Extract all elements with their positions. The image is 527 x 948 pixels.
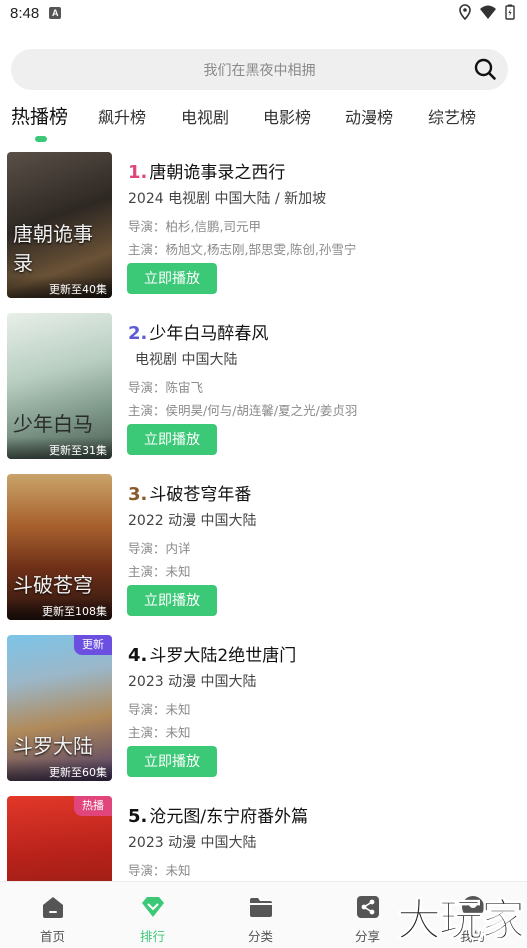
poster-image[interactable]: 热播	[7, 796, 112, 881]
item-director: 导演：陈宙飞	[128, 380, 204, 395]
episode-badge: 更新至108集	[7, 598, 112, 620]
search-placeholder[interactable]: 我们在黑夜中相拥	[204, 60, 316, 80]
play-now-button[interactable]: 立即播放	[127, 746, 217, 777]
poster-title-art: 唐朝诡事录	[13, 222, 93, 275]
item-title-text: 斗罗大陆2绝世唐门	[149, 646, 297, 666]
wifi-icon	[480, 5, 496, 19]
episode-badge: 更新至31集	[7, 437, 112, 459]
item-title[interactable]: 1. 唐朝诡事录之西行	[128, 158, 285, 183]
status-time: 8:48	[10, 4, 40, 22]
item-actors: 主演：侯明昊/何与/胡连馨/夏之光/姜贞羽	[128, 403, 358, 418]
item-meta: 2022 动漫 中国大陆	[128, 513, 257, 529]
item-meta: 2023 动漫 中国大陆	[128, 835, 257, 851]
tab-anime[interactable]: 动漫榜	[345, 104, 393, 128]
poster-image[interactable]: 少年白马 更新至31集	[7, 313, 112, 459]
poster-image[interactable]: 更新 斗罗大陆 更新至60集	[7, 635, 112, 781]
item-meta: 2023 动漫 中国大陆	[128, 674, 257, 690]
nav-category[interactable]: 分类	[208, 882, 313, 948]
nav-home[interactable]: 首页	[0, 882, 105, 948]
status-indicators	[459, 4, 515, 20]
item-actors: 主演：杨旭文,杨志刚,郜思雯,陈创,孙雪宁	[128, 242, 357, 257]
notification-icon: A	[49, 7, 62, 19]
share-icon	[357, 896, 379, 918]
ranking-tabs: 热播榜 飙升榜 电视剧 电影榜 动漫榜 综艺榜	[0, 100, 527, 144]
status-bar: 8:48 A	[0, 0, 527, 26]
rank-number: 4.	[128, 645, 148, 666]
tab-hot[interactable]: 热播榜	[11, 102, 68, 129]
tab-tv[interactable]: 电视剧	[181, 104, 229, 128]
item-actors: 主演：未知	[128, 725, 191, 740]
list-item[interactable]: 少年白马 更新至31集 2. 少年白马醉春风 电视剧 中国大陆 导演：陈宙飞 主演…	[0, 313, 527, 460]
play-now-button[interactable]: 立即播放	[127, 424, 217, 455]
item-director: 导演：内详	[128, 541, 191, 556]
tab-variety[interactable]: 综艺榜	[428, 104, 476, 128]
tab-movie[interactable]: 电影榜	[263, 104, 311, 128]
poster-title-art: 斗破苍穹	[13, 573, 93, 597]
episode-badge: 更新至60集	[7, 759, 112, 781]
item-actors: 主演：未知	[128, 564, 191, 579]
item-director: 导演：柏杉,信鹏,司元甲	[128, 219, 261, 234]
item-title-text: 唐朝诡事录之西行	[149, 163, 286, 183]
item-title[interactable]: 3. 斗破苍穹年番	[128, 480, 251, 505]
list-item[interactable]: 热播 5. 沧元图/东宁府番外篇 2023 动漫 中国大陆 导演：未知	[0, 796, 527, 881]
play-now-button[interactable]: 立即播放	[127, 585, 217, 616]
item-director: 导演：未知	[128, 863, 191, 878]
item-title-text: 斗破苍穹年番	[149, 485, 252, 505]
hot-tag: 热播	[74, 796, 112, 816]
item-meta: 电视剧 中国大陆	[135, 352, 238, 368]
update-tag: 更新	[74, 635, 112, 655]
folder-icon	[250, 898, 272, 917]
rank-number: 3.	[128, 484, 148, 505]
watermark-logo: 大玩家	[397, 895, 526, 947]
poster-title-art: 斗罗大陆	[13, 734, 93, 758]
location-icon	[459, 4, 471, 20]
nav-ranking[interactable]: 排行	[100, 882, 205, 948]
search-bar[interactable]: 我们在黑夜中相拥	[11, 49, 508, 90]
item-title[interactable]: 5. 沧元图/东宁府番外篇	[128, 802, 308, 827]
search-icon[interactable]	[473, 57, 497, 81]
item-title-text: 沧元图/东宁府番外篇	[149, 807, 309, 827]
item-title[interactable]: 2. 少年白马醉春风	[128, 319, 268, 344]
list-item[interactable]: 更新 斗罗大陆 更新至60集 4. 斗罗大陆2绝世唐门 2023 动漫 中国大陆 …	[0, 635, 527, 782]
nav-label: 分类	[247, 929, 273, 944]
rank-number: 1.	[128, 162, 148, 183]
poster-image[interactable]: 斗破苍穹 更新至108集	[7, 474, 112, 620]
item-title[interactable]: 4. 斗罗大陆2绝世唐门	[128, 641, 296, 666]
home-icon	[43, 897, 63, 918]
item-title-text: 少年白马醉春风	[149, 324, 269, 344]
tab-rising[interactable]: 飙升榜	[98, 104, 146, 128]
rank-number: 5.	[128, 806, 148, 827]
active-tab-indicator	[35, 136, 47, 142]
diamond-icon	[142, 897, 164, 917]
rank-number: 2.	[128, 323, 148, 344]
episode-badge: 更新至40集	[7, 276, 112, 298]
play-now-button[interactable]: 立即播放	[127, 263, 217, 294]
poster-image[interactable]: 唐朝诡事录 更新至40集	[7, 152, 112, 298]
battery-icon	[505, 4, 515, 20]
list-item[interactable]: 斗破苍穹 更新至108集 3. 斗破苍穹年番 2022 动漫 中国大陆 导演：内详…	[0, 474, 527, 621]
nav-label: 排行	[139, 929, 165, 944]
item-director: 导演：未知	[128, 702, 191, 717]
poster-title-art: 少年白马	[13, 412, 93, 436]
nav-label: 首页	[39, 929, 65, 944]
list-item[interactable]: 唐朝诡事录 更新至40集 1. 唐朝诡事录之西行 2024 电视剧 中国大陆 / …	[0, 152, 527, 299]
item-meta: 2024 电视剧 中国大陆 / 新加坡	[128, 191, 327, 207]
